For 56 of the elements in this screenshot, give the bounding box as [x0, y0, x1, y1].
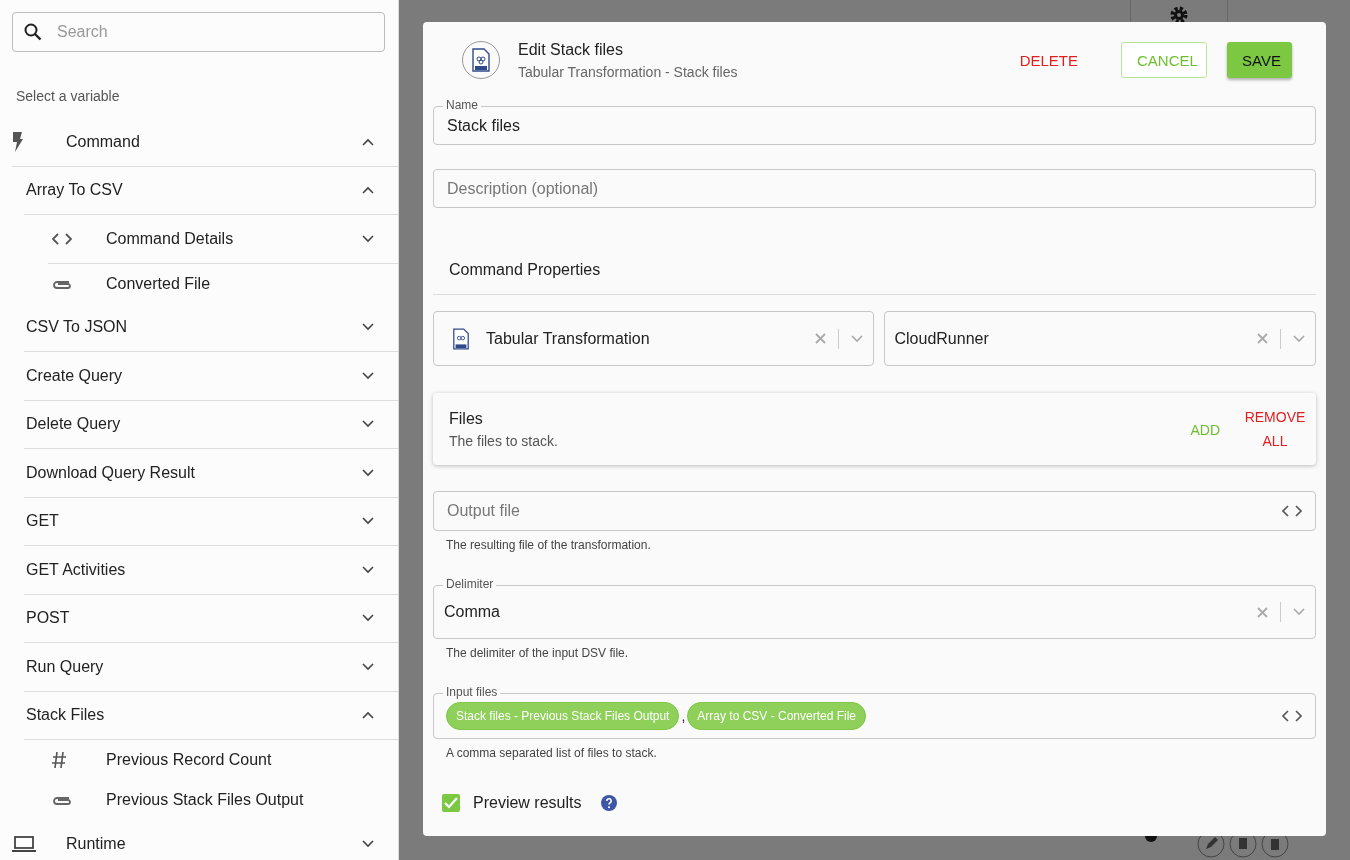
code-icon[interactable] [1282, 710, 1302, 722]
tree-item[interactable]: Runtime [12, 820, 398, 860]
tree-item[interactable]: Stack Files [24, 691, 398, 740]
tree-item[interactable]: Converted File [48, 263, 398, 304]
tree-item[interactable]: Array To CSV [24, 166, 398, 215]
tree-item[interactable]: POST [24, 594, 398, 643]
section-title: Command Properties [449, 261, 602, 279]
dialog-subtitle: Tabular Transformation - Stack files [518, 63, 739, 80]
search-field[interactable]: Search [12, 12, 385, 52]
file-icon [452, 327, 470, 350]
chevron-down-icon[interactable] [1293, 334, 1305, 343]
clear-icon[interactable] [814, 333, 826, 344]
delete-button[interactable]: DELETE [1004, 42, 1093, 78]
card-title: Files [449, 409, 484, 428]
chevron-down-icon[interactable] [1293, 608, 1305, 616]
output-file-field[interactable]: Output file [433, 491, 1316, 531]
tree-item[interactable]: Create Query [24, 352, 398, 401]
paperclip-icon [52, 794, 72, 806]
tree-item[interactable]: Previous Record Count [48, 740, 398, 780]
clear-icon[interactable] [1257, 333, 1268, 344]
search-icon [23, 22, 43, 42]
field-label: Delimiter [443, 577, 497, 591]
tree-item[interactable]: Delete Query [24, 400, 398, 449]
tree-item[interactable]: Command Details [48, 215, 398, 264]
tree-item[interactable]: CSV To JSON [24, 303, 398, 352]
save-button[interactable]: SAVE [1227, 42, 1292, 78]
gear-icon [1169, 5, 1189, 25]
bolt-icon [12, 131, 24, 152]
helper-text: The resulting file of the transformation. [446, 538, 652, 552]
section-heading: Select a variable [16, 88, 121, 104]
checkbox-label: Preview results [473, 794, 582, 812]
helper-text: A comma separated list of files to stack. [446, 746, 658, 760]
select-field[interactable]: Tabular Transformation [433, 311, 874, 366]
helper-text: The delimiter of the input DSV file. [446, 646, 630, 660]
tree-item[interactable]: GET [24, 497, 398, 546]
field-label: Input files [443, 685, 501, 699]
clear-icon[interactable] [1257, 606, 1268, 618]
card-description: The files to stack. [449, 432, 559, 449]
hash-icon [52, 751, 66, 769]
tree-item[interactable]: GET Activities [24, 546, 398, 595]
checkbox[interactable] [442, 794, 460, 812]
remove-all-button[interactable]: REMOVE ALL [1242, 405, 1308, 453]
tree-item[interactable]: Run Query [24, 643, 398, 692]
code-icon [52, 232, 72, 245]
tree-item[interactable]: Download Query Result [24, 449, 398, 498]
tree-item[interactable]: Previous Stack Files Output [48, 780, 398, 820]
code-icon[interactable] [1282, 505, 1302, 517]
help-icon[interactable] [601, 795, 618, 811]
dialog-title: Edit Stack files [518, 40, 624, 59]
field-label: Name [443, 98, 481, 112]
chevron-down-icon[interactable] [850, 334, 863, 343]
laptop-icon [12, 835, 36, 852]
select-field[interactable]: CloudRunner [883, 311, 1316, 366]
tree-item[interactable]: Command [12, 118, 398, 167]
separator: , [681, 708, 686, 724]
description-field[interactable]: Description (optional) [433, 169, 1316, 208]
